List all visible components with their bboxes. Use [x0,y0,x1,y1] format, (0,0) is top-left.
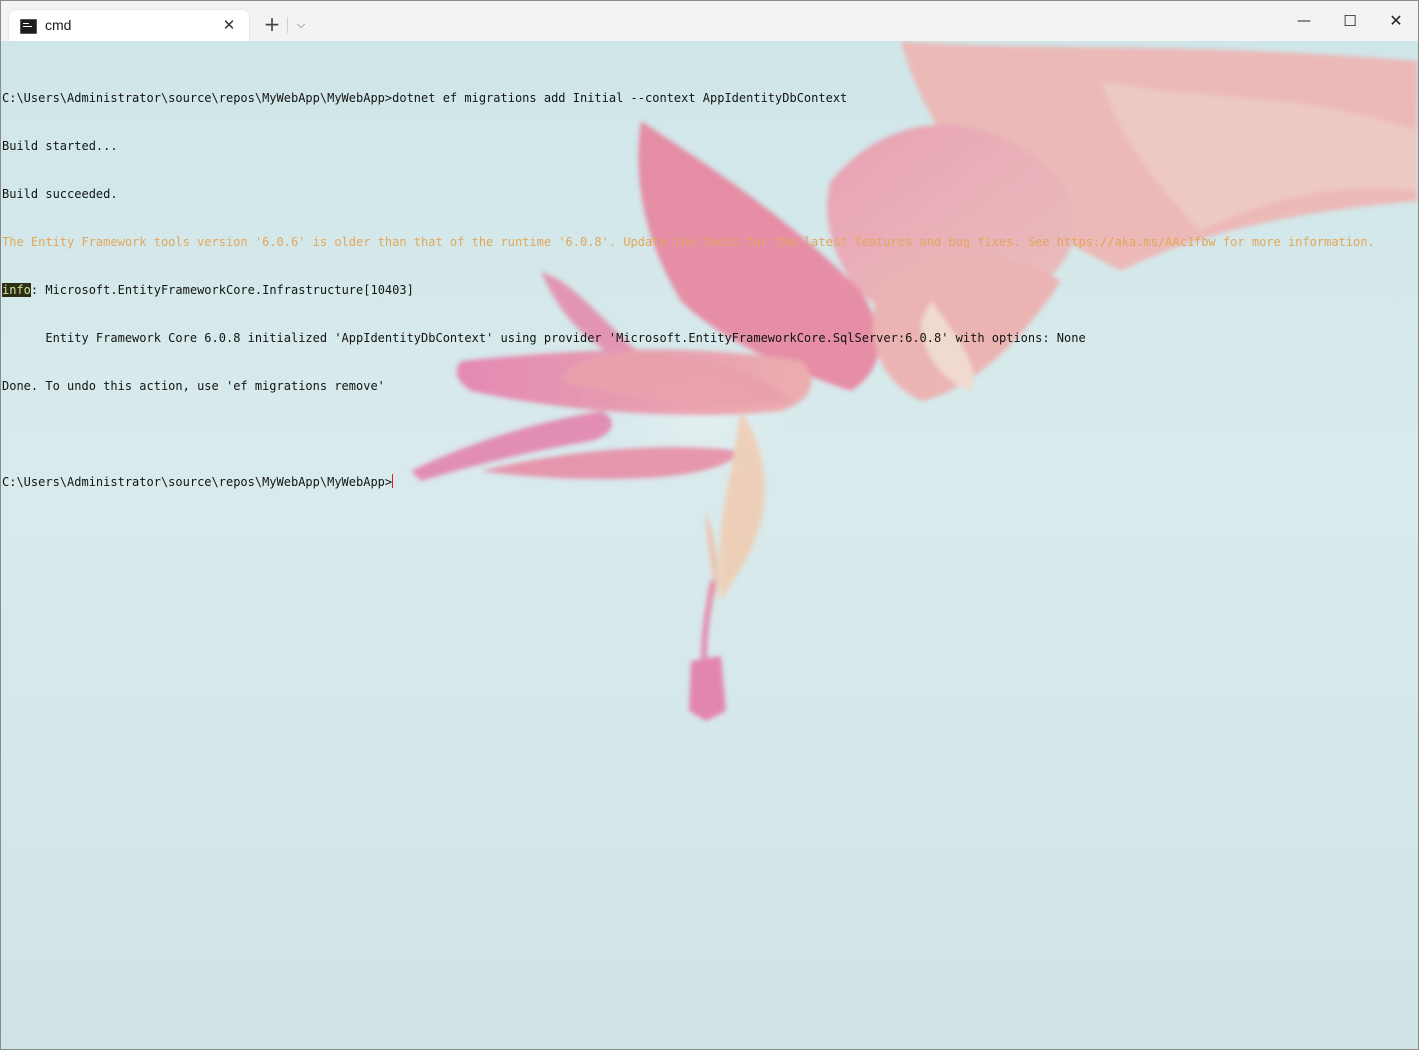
close-icon[interactable]: ✕ [219,15,239,35]
terminal-line: Done. To undo this action, use 'ef migra… [2,379,385,393]
terminal-window: cmd ✕ + ⌵ — ☐ ✕ C:\Users\Administrator\s… [0,0,1419,1050]
info-text: : Microsoft.EntityFrameworkCore.Infrastr… [30,283,414,297]
tab-title: cmd [45,17,72,33]
terminal-line-info: info: Microsoft.EntityFrameworkCore.Infr… [2,282,1375,298]
prompt-text: C:\Users\Administrator\source\repos\MyWe… [2,475,393,489]
minimize-button[interactable]: — [1281,1,1327,41]
tab-divider [287,17,288,33]
terminal-lines[interactable]: C:\Users\Administrator\source\repos\MyWe… [2,58,1375,522]
info-tag: info [2,283,31,297]
plus-icon[interactable]: + [259,13,285,37]
maximize-button[interactable]: ☐ [1327,1,1373,41]
tab-cmd[interactable]: cmd ✕ [9,10,249,41]
terminal-line: Build succeeded. [2,187,118,201]
cmd-icon [20,19,37,34]
text-cursor [392,474,394,488]
warning-line: The Entity Framework tools version '6.0.… [2,235,1375,249]
close-window-button[interactable]: ✕ [1373,1,1418,41]
prompt-line[interactable]: C:\Users\Administrator\source\repos\MyWe… [2,474,1375,490]
terminal-line: C:\Users\Administrator\source\repos\MyWe… [2,91,848,105]
terminal-line: Build started... [2,139,118,153]
title-bar[interactable]: cmd ✕ + ⌵ — ☐ ✕ [1,1,1418,41]
terminal-output[interactable]: C:\Users\Administrator\source\repos\MyWe… [1,41,1418,1049]
terminal-line: Entity Framework Core 6.0.8 initialized … [2,331,1086,345]
chevron-down-icon[interactable]: ⌵ [291,14,311,36]
